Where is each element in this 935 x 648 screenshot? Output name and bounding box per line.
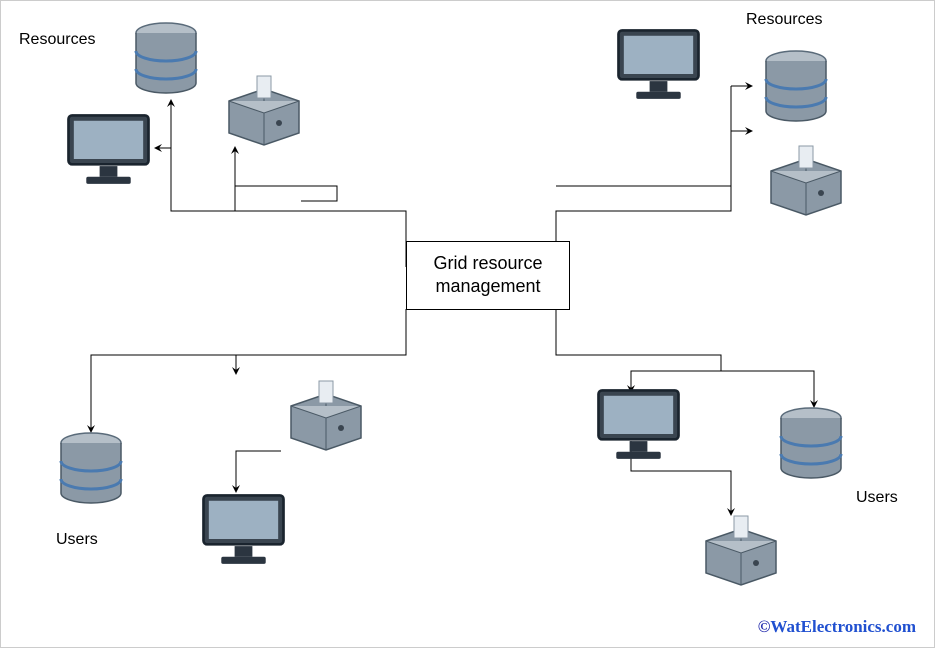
printer-icon [761, 141, 851, 221]
label-resources-tl: Resources [19, 31, 95, 49]
database-icon [56, 431, 126, 511]
center-line2: management [423, 275, 553, 298]
database-icon [131, 21, 201, 101]
monitor-icon [611, 26, 706, 106]
printer-icon [219, 71, 309, 151]
label-users-bl: Users [56, 531, 98, 549]
database-icon [776, 406, 846, 486]
copyright-symbol: © [758, 617, 771, 636]
monitor-icon [61, 111, 156, 191]
monitor-icon [591, 386, 686, 466]
printer-icon [281, 376, 371, 456]
database-icon [761, 49, 831, 129]
monitor-icon [196, 491, 291, 571]
label-users-br: Users [856, 489, 898, 507]
watermark: ©WatElectronics.com [758, 617, 916, 637]
center-line1: Grid resource [423, 252, 553, 275]
diagram-canvas: Grid resource management Resources Resou… [0, 0, 935, 648]
site-name: WatElectronics.com [770, 617, 916, 636]
grid-management-box: Grid resource management [406, 241, 570, 310]
label-resources-tr: Resources [746, 11, 822, 29]
printer-icon [696, 511, 786, 591]
